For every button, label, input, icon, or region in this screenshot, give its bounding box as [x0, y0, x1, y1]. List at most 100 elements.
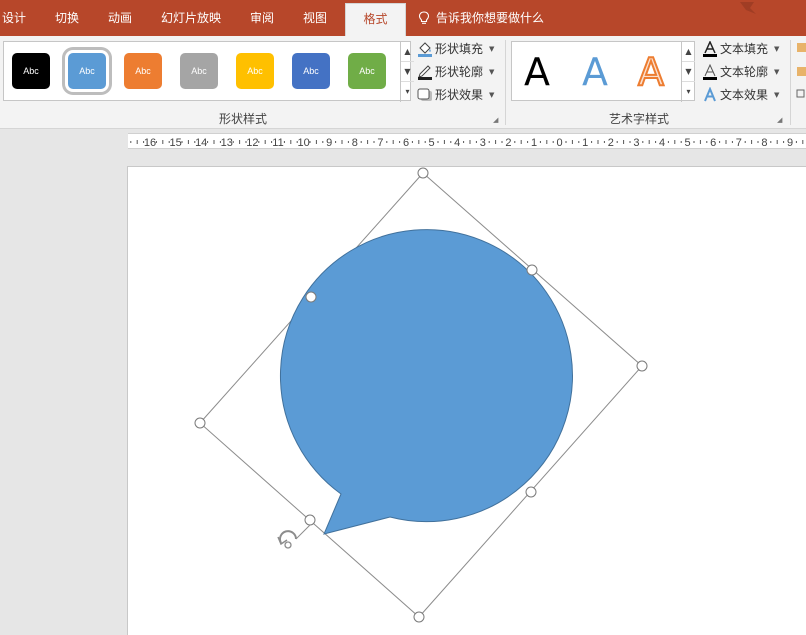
window-decoration-icon [740, 2, 756, 14]
shape-style-gold[interactable]: Abc [236, 53, 274, 89]
ruler-label: 9 [326, 137, 332, 149]
paint-bucket-icon [418, 42, 432, 57]
shape-style-label: Abc [359, 66, 375, 76]
ruler-area: 16 15 14 13 12 11 10 9 8 7 6 5 4 3 2 1 0 1 2 3 4 5 6 7 8 9 [0, 129, 806, 166]
resize-handle[interactable] [417, 167, 429, 179]
tab-review[interactable]: 审阅 [250, 0, 274, 36]
ruler-label: 14 [195, 137, 207, 149]
tab-transitions[interactable]: 切换 [55, 0, 79, 36]
gallery-scroll: ▲ ▼ ▾ [400, 42, 414, 102]
tab-view[interactable]: 视图 [303, 0, 327, 36]
ruler-label: 1 [582, 137, 588, 149]
ruler-label: 7 [736, 137, 742, 149]
shape-style-black[interactable]: Abc [12, 53, 50, 89]
ruler-label: 8 [761, 137, 767, 149]
tab-animations[interactable]: 动画 [108, 0, 132, 36]
resize-handle[interactable] [305, 291, 317, 303]
resize-handle[interactable] [525, 486, 537, 498]
resize-handle[interactable] [304, 514, 316, 526]
dialog-launcher-icon[interactable]: ◢ [777, 116, 786, 125]
shape-style-label: Abc [247, 66, 263, 76]
tab-format[interactable]: 格式 [345, 3, 406, 36]
shape-style-orange[interactable]: Abc [124, 53, 162, 89]
ruler-label: 3 [633, 137, 639, 149]
arrange-icons[interactable] [796, 40, 806, 100]
slide-thumbnails-pane [0, 166, 127, 635]
ruler-label: 4 [454, 137, 460, 149]
ruler-label: 9 [787, 137, 793, 149]
text-fill-icon [703, 41, 717, 57]
ruler-scale: 16 15 14 13 12 11 10 9 8 7 6 5 4 3 2 1 0 1 2 3 4 5 6 7 8 9 [130, 137, 804, 149]
horizontal-ruler: 16 15 14 13 12 11 10 9 8 7 6 5 4 3 2 1 0 1 2 3 4 5 6 7 8 9 [128, 133, 806, 149]
gallery-down-button[interactable]: ▼ [401, 62, 414, 82]
chevron-down-icon: ▼ [489, 45, 495, 53]
resize-handle[interactable] [194, 417, 206, 429]
chevron-down-icon: ▼ [489, 68, 495, 76]
slide-drawing [194, 167, 648, 623]
tab-slideshow[interactable]: 幻灯片放映 [161, 0, 221, 36]
wordart-sample-black[interactable]: A [524, 48, 550, 96]
ruler-label: 5 [685, 137, 691, 149]
ruler-label: 4 [659, 137, 665, 149]
shape-style-label: Abc [191, 66, 207, 76]
wordart-up-button[interactable]: ▲ [682, 42, 695, 62]
wordart-group-label: 艺术字样式 [609, 112, 670, 126]
shape-styles-group-label: 形状样式 [219, 112, 268, 126]
ruler-label: 15 [169, 137, 181, 149]
ruler-label: 10 [297, 137, 309, 149]
ruler-label: 2 [608, 137, 614, 149]
tell-me-text: 告诉我你想要做什么 [436, 11, 545, 25]
chevron-down-icon: ▼ [774, 91, 780, 99]
lightbulb-icon [418, 11, 430, 24]
rotate-icon[interactable] [277, 530, 297, 549]
ruler-label: 1 [531, 137, 537, 149]
shape-style-label: Abc [303, 66, 319, 76]
chevron-down-icon: ▼ [774, 68, 780, 76]
wordart-sample-blue[interactable]: A [582, 48, 608, 96]
shape-style-dark-blue[interactable]: Abc [292, 53, 330, 89]
ribbon-tab-bar: 设计 切换 动画 幻灯片放映 审阅 视图 格式 告诉我你想要做什么 [0, 0, 806, 36]
wordart-down-button[interactable]: ▼ [682, 62, 695, 82]
wordart-gallery: A A A ▲ ▼ ▾ [511, 41, 695, 102]
text-outline-icon [703, 64, 717, 80]
ruler-label: 12 [246, 137, 258, 149]
rotation-handle-line [295, 524, 311, 540]
wordart-sample-orange[interactable]: A [637, 48, 665, 96]
shape-style-label: Abc [79, 66, 95, 76]
ruler-label: 2 [505, 137, 511, 149]
ruler-label: 5 [429, 137, 435, 149]
group-divider [790, 40, 791, 125]
dialog-launcher-icon[interactable]: ◢ [493, 116, 502, 125]
ribbon: Abc Abc Abc Abc Abc Abc Abc ▲ ▼ ▾ 形状填充 ▼ [0, 36, 806, 129]
slide-canvas[interactable] [127, 166, 806, 635]
ruler-label: 6 [403, 137, 409, 149]
ruler-label: 6 [710, 137, 716, 149]
ruler-label: 7 [377, 137, 383, 149]
text-effects-icon [704, 87, 716, 102]
resize-handle[interactable] [526, 264, 538, 276]
powerpoint-window: 设计 切换 动画 幻灯片放映 审阅 视图 格式 告诉我你想要做什么 Abc Ab… [0, 0, 806, 635]
chevron-down-icon: ▼ [489, 91, 495, 99]
ruler-label: 13 [221, 137, 233, 149]
shape-style-label: Abc [23, 66, 39, 76]
wordart-scroll: ▲ ▼ ▾ [681, 42, 695, 102]
pen-outline-icon [418, 65, 432, 80]
resize-handle[interactable] [413, 611, 425, 623]
resize-handle[interactable] [636, 360, 648, 372]
wordart-more-button[interactable]: ▾ [682, 82, 695, 102]
ruler-label: 0 [557, 137, 563, 149]
tab-design[interactable]: 设计 [2, 0, 26, 36]
shape-style-label: Abc [135, 66, 151, 76]
ruler-label: 3 [480, 137, 486, 149]
ruler-label: 16 [144, 137, 156, 149]
ruler-label: 11 [272, 137, 283, 149]
shape-styles-gallery: Abc Abc Abc Abc Abc Abc Abc ▲ ▼ ▾ [3, 41, 414, 102]
gallery-up-button[interactable]: ▲ [401, 42, 414, 62]
gallery-more-button[interactable]: ▾ [401, 82, 414, 102]
shape-style-blue-selected[interactable]: Abc [68, 53, 106, 89]
shape-style-gray[interactable]: Abc [180, 53, 218, 89]
ruler-label: 8 [352, 137, 358, 149]
shape-effects-icon [417, 88, 432, 101]
chevron-down-icon: ▼ [774, 45, 780, 53]
shape-style-green[interactable]: Abc [348, 53, 386, 89]
